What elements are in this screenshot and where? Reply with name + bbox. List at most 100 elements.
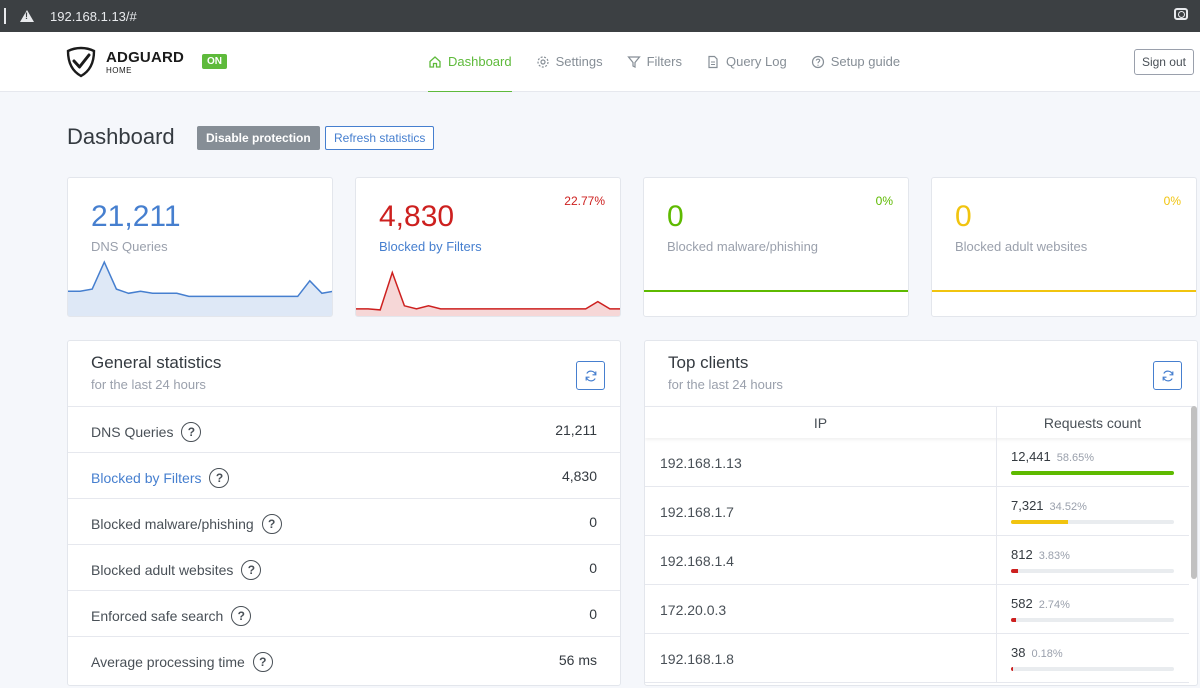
stat-flat-line xyxy=(932,290,1196,292)
nav-label: Settings xyxy=(555,54,603,69)
page-title: Dashboard xyxy=(67,124,175,149)
request-count: 7,321 34.52% xyxy=(1011,498,1087,513)
table-row: 192.168.1.4 812 3.83% xyxy=(645,536,1189,585)
stat-label[interactable]: Blocked by Filters xyxy=(379,239,482,254)
nav-query-log[interactable]: Query Log xyxy=(706,32,787,92)
adguard-shield-icon xyxy=(66,46,96,78)
logo-title: ADGUARD xyxy=(106,48,185,66)
stat-row-value: 56 ms xyxy=(558,652,597,668)
column-divider xyxy=(996,487,997,536)
stat-row-value: 0 xyxy=(589,560,597,576)
help-icon[interactable]: ? xyxy=(181,422,202,442)
browser-address-bar: 192.168.1.13/# xyxy=(0,0,1200,32)
request-bar xyxy=(1011,618,1174,622)
nav-filters[interactable]: Filters xyxy=(626,32,682,92)
stat-row-blocked-malware: Blocked malware/phishing? 0 xyxy=(68,498,620,544)
nav-setup-guide[interactable]: Setup guide xyxy=(811,32,900,92)
help-circle-icon xyxy=(811,55,824,68)
app-header: ADGUARD HOME ON Dashboard Settings Filte… xyxy=(0,32,1200,92)
request-bar-fill xyxy=(1011,569,1018,573)
stat-row-avg-processing: Average processing time? 56 ms xyxy=(68,636,620,682)
request-count: 12,441 58.65% xyxy=(1011,449,1095,464)
stat-row-blocked-filters: Blocked by Filters? 4,830 xyxy=(68,452,620,498)
table-row: 192.168.1.7 7,321 34.52% xyxy=(645,487,1189,536)
column-divider xyxy=(996,634,997,683)
home-icon xyxy=(429,55,441,68)
table-row: 192.168.1.8 38 0.18% xyxy=(645,634,1189,683)
stat-row-label[interactable]: Blocked by Filters? xyxy=(91,468,230,488)
column-divider xyxy=(996,585,997,634)
logo[interactable]: ADGUARD HOME xyxy=(66,46,184,78)
stat-row-value: 0 xyxy=(589,606,597,622)
gear-icon xyxy=(537,55,549,68)
stat-flat-line xyxy=(644,290,908,292)
nav-settings[interactable]: Settings xyxy=(536,32,603,92)
column-header-ip[interactable]: IP xyxy=(645,415,996,431)
nav-dashboard[interactable]: Dashboard xyxy=(428,32,512,92)
help-icon[interactable]: ? xyxy=(252,652,273,672)
request-bar-fill xyxy=(1011,520,1069,524)
help-icon[interactable]: ? xyxy=(231,606,252,626)
card-title: General statistics xyxy=(91,353,222,372)
request-bar-fill xyxy=(1011,471,1174,475)
stat-row-value: 21,211 xyxy=(555,422,597,438)
help-icon[interactable]: ? xyxy=(241,560,262,580)
stat-card-blocked-filters: 4,830 Blocked by Filters 22.77% xyxy=(355,177,621,317)
nav-label: Query Log xyxy=(725,54,787,69)
refresh-icon xyxy=(1162,370,1173,381)
request-bar xyxy=(1011,569,1174,573)
disable-protection-button[interactable]: Disable protection xyxy=(197,126,320,150)
stat-row-label: Blocked malware/phishing? xyxy=(91,514,282,534)
main-nav: Dashboard Settings Filters Query Log Set… xyxy=(428,32,924,92)
stat-percent: 0% xyxy=(1163,194,1181,208)
request-bar xyxy=(1011,667,1174,671)
stat-value: 4,830 xyxy=(379,200,455,233)
filter-icon xyxy=(626,55,641,68)
sign-out-button[interactable]: Sign out xyxy=(1133,49,1194,75)
card-subtitle: for the last 24 hours xyxy=(668,377,783,392)
text-cursor xyxy=(4,8,6,24)
table-row: 192.168.1.13 12,441 58.65% xyxy=(645,438,1189,487)
refresh-button[interactable] xyxy=(576,361,605,390)
stat-row-value: 4,830 xyxy=(561,468,597,484)
stat-row-label: Average processing time? xyxy=(91,652,273,672)
table-row: 172.20.0.3 582 2.74% xyxy=(645,585,1189,634)
stat-row-blocked-adult: Blocked adult websites? 0 xyxy=(68,544,620,590)
client-ip: 192.168.1.7 xyxy=(660,504,734,520)
stat-label: Blocked malware/phishing xyxy=(667,239,819,254)
refresh-statistics-button[interactable]: Refresh statistics xyxy=(325,126,435,150)
client-ip: 172.20.0.3 xyxy=(660,602,727,618)
stat-row-label: DNS Queries? xyxy=(91,422,202,442)
url-text[interactable]: 192.168.1.13/# xyxy=(50,9,137,24)
stat-value: 0 xyxy=(955,200,972,233)
refresh-button[interactable] xyxy=(1153,361,1182,390)
stat-row-value: 0 xyxy=(589,514,597,530)
column-divider xyxy=(996,438,997,487)
nav-label: Filters xyxy=(646,54,682,69)
stat-row-safe-search: Enforced safe search? 0 xyxy=(68,590,620,636)
stat-row-label: Blocked adult websites? xyxy=(91,560,262,580)
card-subtitle: for the last 24 hours xyxy=(91,377,206,392)
stat-label: Blocked adult websites xyxy=(955,239,1088,254)
help-icon[interactable]: ? xyxy=(261,514,282,534)
help-icon[interactable]: ? xyxy=(209,468,230,488)
stat-row-dns-queries: DNS Queries? 21,211 xyxy=(68,406,620,452)
request-count: 812 3.83% xyxy=(1011,547,1070,562)
stat-card-dns-queries: 21,211 DNS Queries xyxy=(67,177,333,317)
refresh-icon xyxy=(585,370,596,381)
column-header-requests[interactable]: Requests count xyxy=(996,415,1189,431)
request-bar-fill xyxy=(1011,667,1013,671)
client-ip: 192.168.1.4 xyxy=(660,553,734,569)
top-clients-card: Top clients for the last 24 hours IP Req… xyxy=(644,340,1198,686)
stat-row-label: Enforced safe search? xyxy=(91,606,252,626)
request-bar xyxy=(1011,520,1174,524)
table-scrollbar[interactable] xyxy=(1191,406,1197,579)
stat-value: 21,211 xyxy=(91,200,181,233)
status-badge: ON xyxy=(202,54,227,69)
camera-icon[interactable] xyxy=(1174,8,1188,20)
stat-percent: 0% xyxy=(875,194,893,208)
nav-label: Setup guide xyxy=(830,54,901,69)
request-count: 38 0.18% xyxy=(1011,645,1063,660)
warning-icon[interactable] xyxy=(20,10,34,22)
column-divider xyxy=(996,536,997,585)
